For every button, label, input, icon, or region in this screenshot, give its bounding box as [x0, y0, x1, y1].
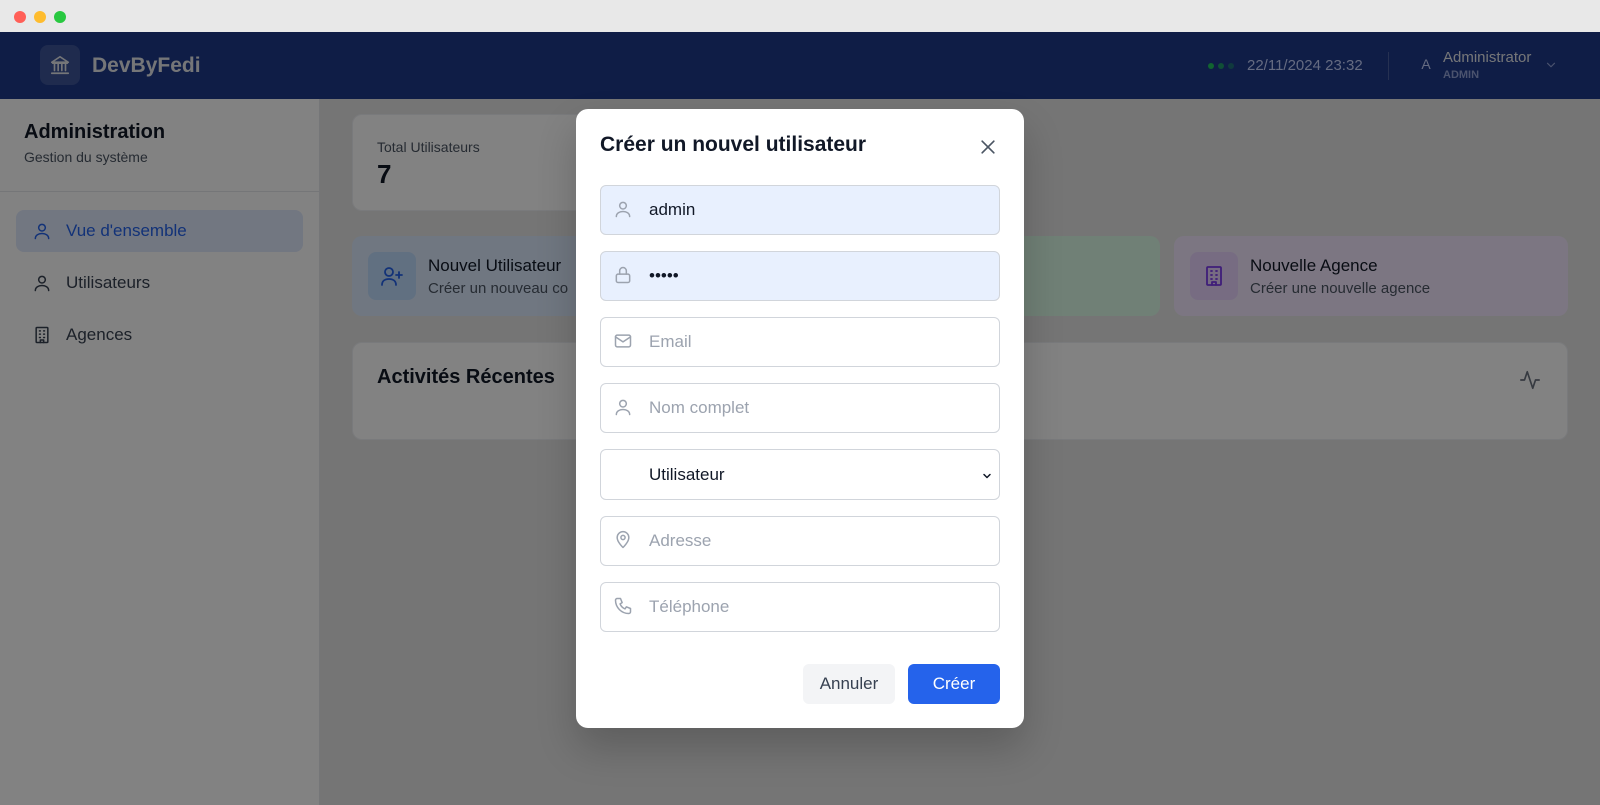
close-window-button[interactable] — [14, 11, 26, 23]
create-user-modal: Créer un nouvel utilisateur Utilisateur — [576, 109, 1024, 728]
username-input[interactable] — [649, 186, 989, 234]
address-input[interactable] — [649, 517, 989, 565]
user-icon — [613, 397, 633, 422]
phone-field — [600, 582, 1000, 632]
close-icon[interactable] — [976, 135, 1000, 159]
map-pin-icon — [613, 530, 633, 555]
fullname-input[interactable] — [649, 384, 989, 432]
role-field: Utilisateur — [600, 449, 1000, 500]
email-field — [600, 317, 1000, 367]
phone-icon — [613, 596, 633, 621]
fullname-field — [600, 383, 1000, 433]
username-field — [600, 185, 1000, 235]
cancel-button[interactable]: Annuler — [803, 664, 895, 704]
password-input[interactable] — [649, 252, 989, 300]
minimize-window-button[interactable] — [34, 11, 46, 23]
email-input[interactable] — [649, 318, 989, 366]
window-titlebar — [0, 0, 1600, 32]
lock-icon — [613, 265, 633, 290]
maximize-window-button[interactable] — [54, 11, 66, 23]
password-field — [600, 251, 1000, 301]
role-select[interactable]: Utilisateur — [601, 450, 999, 498]
create-button[interactable]: Créer — [908, 664, 1000, 704]
user-icon — [613, 199, 633, 224]
phone-input[interactable] — [649, 583, 989, 631]
modal-title: Créer un nouvel utilisateur — [600, 133, 867, 156]
address-field — [600, 516, 1000, 566]
mail-icon — [613, 331, 633, 356]
